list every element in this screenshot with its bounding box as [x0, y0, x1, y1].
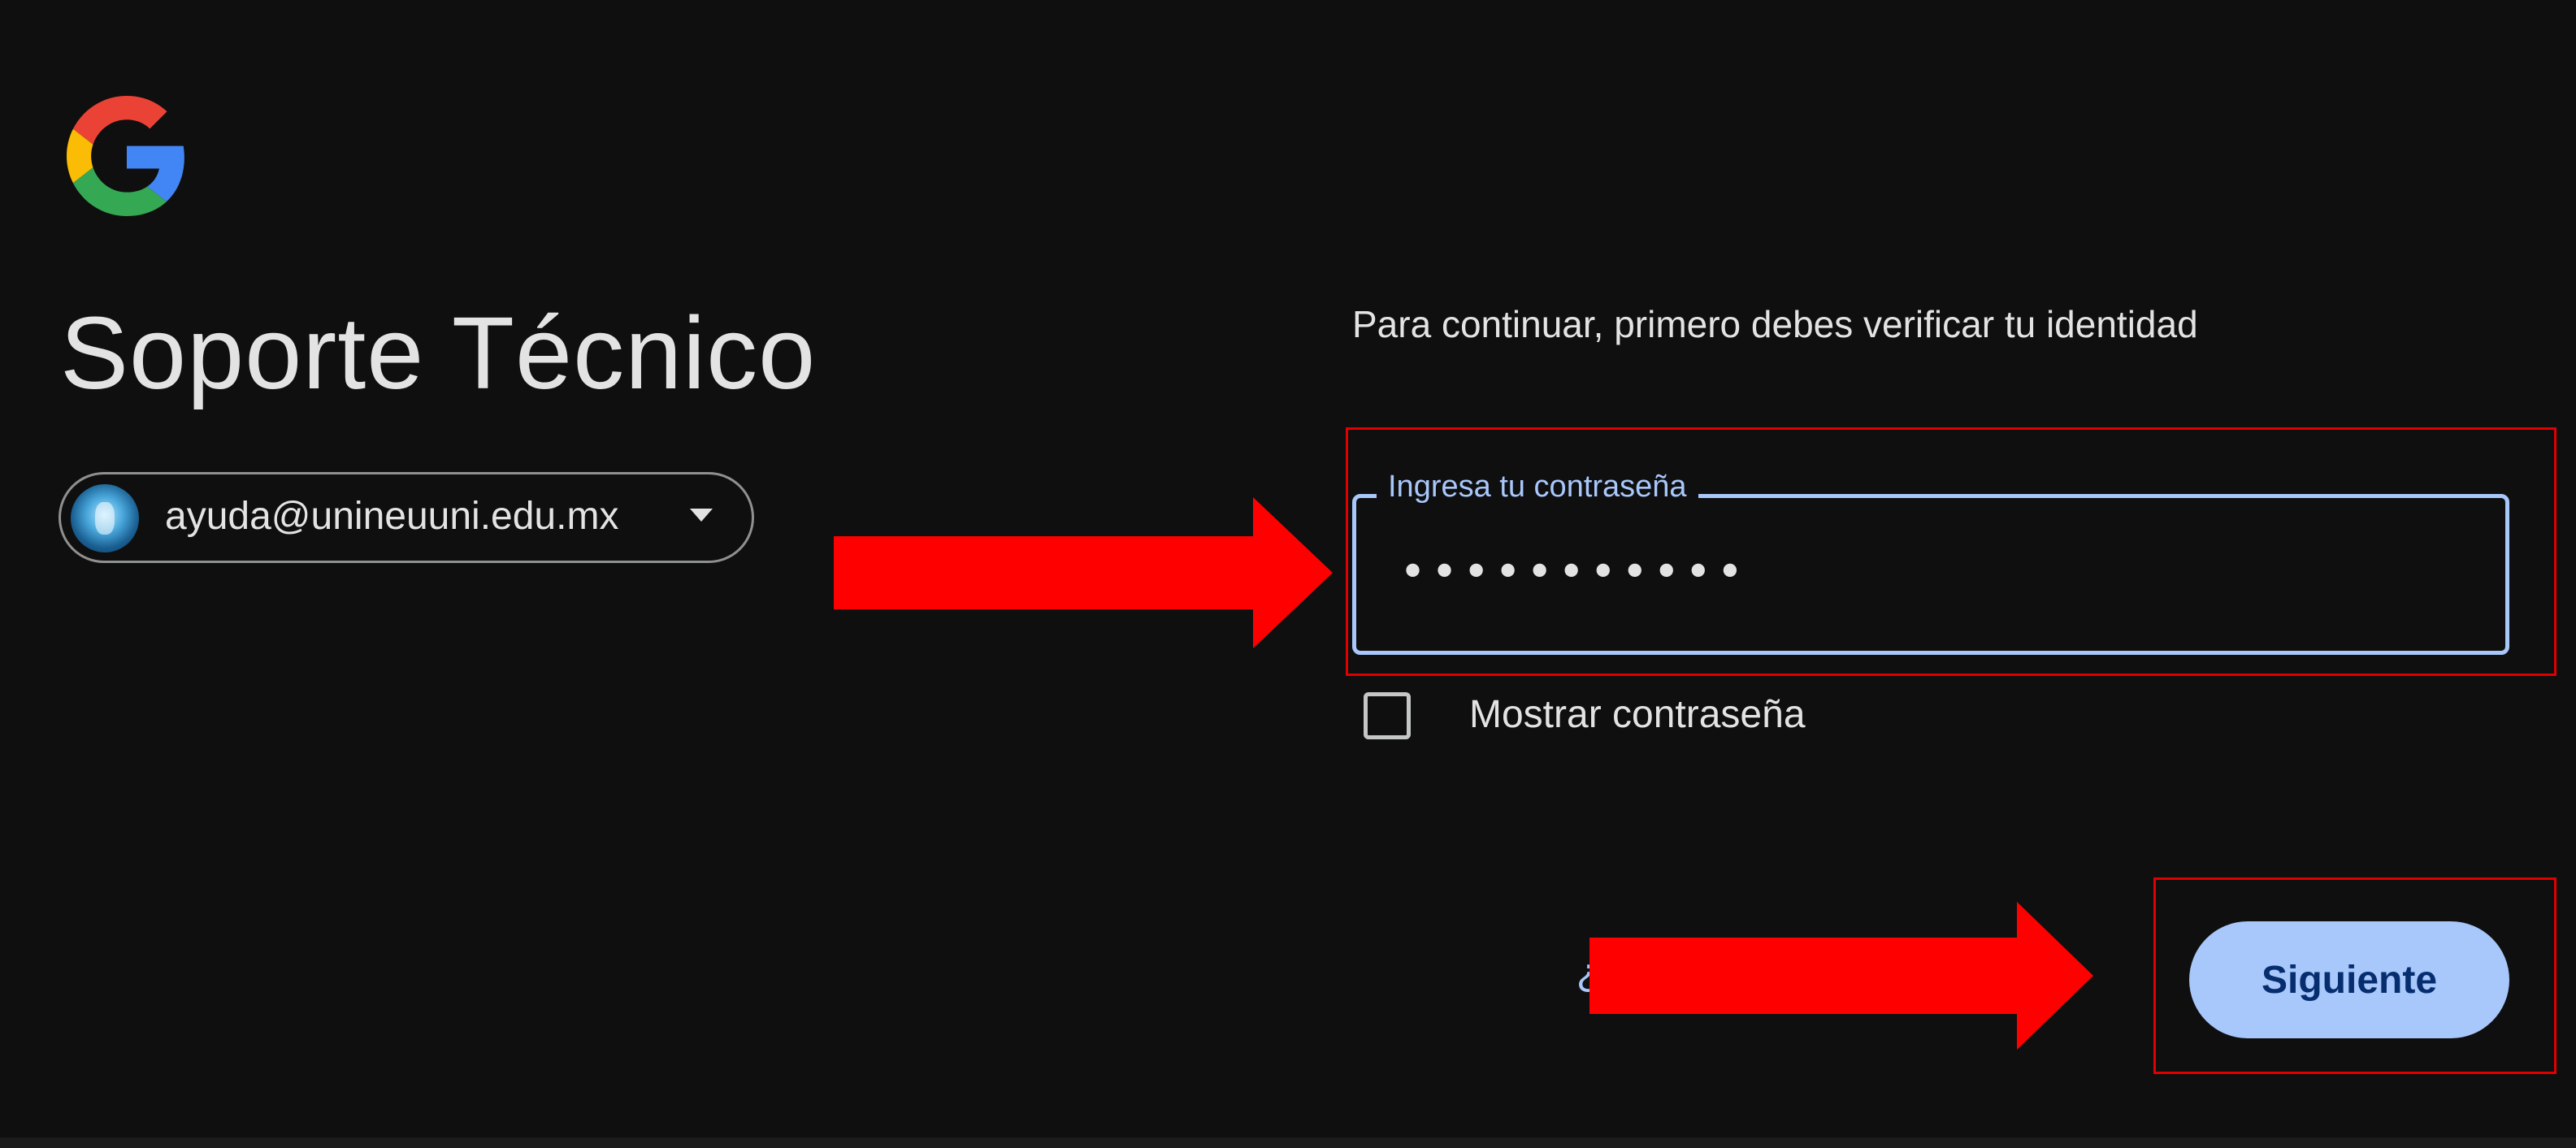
account-email: ayuda@unineuuni.edu.mx — [165, 495, 619, 538]
next-button-label: Siguiente — [2261, 958, 2438, 1002]
google-g-logo-icon — [67, 96, 184, 216]
page-title: Soporte Técnico — [60, 296, 817, 410]
arrow-to-next-button-icon — [1589, 902, 2093, 1050]
password-field-label: Ingresa tu contraseña — [1377, 470, 1698, 505]
show-password-checkbox[interactable] — [1364, 692, 1411, 739]
instruction-text: Para continuar, primero debes verificar … — [1352, 303, 2198, 345]
chevron-down-icon — [690, 509, 713, 522]
window-bottom-edge — [0, 1137, 2576, 1148]
show-password-label[interactable]: Mostrar contraseña — [1469, 692, 1806, 737]
arrow-to-password-icon — [834, 497, 1333, 648]
password-masked-value: ••••••••••• — [1399, 546, 1749, 599]
account-chip[interactable]: ayuda@unineuuni.edu.mx — [59, 472, 754, 563]
account-avatar — [71, 484, 139, 552]
next-button[interactable]: Siguiente — [2189, 921, 2509, 1038]
